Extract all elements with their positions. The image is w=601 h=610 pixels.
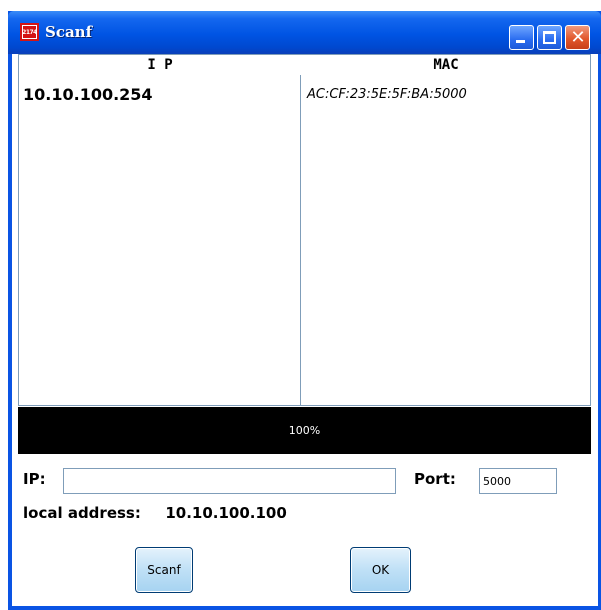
local-address-value: 10.10.100.100 (165, 504, 287, 522)
close-icon: ✕ (570, 27, 586, 48)
app-logo-text: 2174 (22, 26, 37, 38)
column-header-mac[interactable]: MAC (301, 55, 591, 75)
client-area: I P MAC 10.10.100.254 AC:CF:23:5E:5F:BA:… (12, 54, 598, 606)
local-address-row: local address: 10.10.100.100 (23, 504, 287, 522)
minimize-button[interactable] (509, 25, 534, 50)
ip-input[interactable] (63, 468, 396, 494)
ok-button[interactable]: OK (350, 547, 411, 593)
maximize-button[interactable] (537, 25, 562, 50)
device-table[interactable]: I P MAC 10.10.100.254 AC:CF:23:5E:5F:BA:… (18, 54, 591, 406)
scanf-button[interactable]: Scanf (135, 547, 193, 593)
port-label: Port: (414, 470, 456, 488)
column-header-ip[interactable]: I P (19, 55, 301, 75)
local-address-label: local address: (23, 504, 141, 522)
progress-bar: 100% (18, 407, 591, 454)
ip-label: IP: (23, 470, 46, 488)
maximize-icon (543, 31, 556, 44)
progress-text: 100% (288, 424, 321, 437)
app-logo-icon: 2174 (20, 23, 39, 41)
scanf-window: 2174 Scanf ✕ I P MAC 10.10.100.254 AC:CF… (8, 11, 601, 610)
window-title: Scanf (45, 23, 93, 41)
table-cell-ip[interactable]: 10.10.100.254 (23, 85, 153, 104)
port-input[interactable] (479, 468, 557, 494)
title-bar[interactable]: 2174 Scanf ✕ (8, 11, 601, 54)
column-divider (300, 75, 301, 406)
minimize-icon (516, 40, 525, 43)
table-cell-mac[interactable]: AC:CF:23:5E:5F:BA:5000 (307, 87, 467, 102)
close-button[interactable]: ✕ (565, 25, 590, 50)
